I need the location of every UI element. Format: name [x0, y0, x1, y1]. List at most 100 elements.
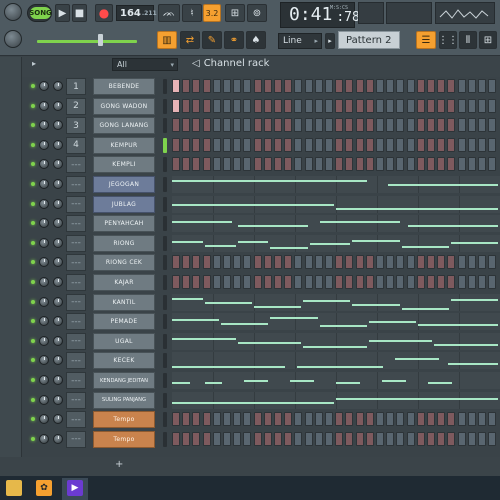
channel-mixer-track[interactable]: ---: [66, 195, 86, 213]
channel-select-indicator[interactable]: [163, 216, 167, 232]
step-button[interactable]: [284, 157, 293, 172]
step-button[interactable]: [182, 431, 191, 446]
step-button[interactable]: [233, 275, 242, 289]
step-button[interactable]: [335, 431, 344, 446]
file-explorer-icon[interactable]: [6, 480, 22, 496]
step-button[interactable]: [212, 137, 221, 152]
step-button[interactable]: [182, 157, 191, 172]
step-button[interactable]: [263, 79, 272, 93]
step-button[interactable]: [386, 137, 395, 152]
step-button[interactable]: [284, 255, 293, 270]
mixer-view-button[interactable]: ⫴: [459, 31, 477, 49]
channel-volume-knob[interactable]: [53, 139, 63, 150]
browser-view-button[interactable]: ⊞: [479, 31, 497, 49]
step-button[interactable]: [253, 275, 262, 289]
typing-keyboard-button[interactable]: ᨏ: [158, 4, 180, 22]
step-button[interactable]: [325, 137, 333, 152]
step-button[interactable]: [365, 98, 374, 113]
step-button[interactable]: [488, 431, 497, 446]
step-button[interactable]: [406, 255, 415, 270]
channel-pan-knob[interactable]: [39, 139, 49, 150]
channel-mixer-track[interactable]: 1: [66, 78, 86, 95]
step-button[interactable]: [457, 255, 466, 270]
step-button[interactable]: [335, 98, 344, 113]
step-button[interactable]: [172, 431, 180, 446]
step-button[interactable]: [386, 275, 395, 289]
step-button[interactable]: [437, 118, 446, 133]
step-button[interactable]: [243, 275, 252, 289]
step-button[interactable]: [406, 137, 415, 152]
step-button[interactable]: [212, 98, 221, 113]
step-button[interactable]: [457, 275, 466, 289]
step-button[interactable]: [172, 275, 180, 289]
step-button[interactable]: [478, 137, 486, 152]
channel-select-indicator[interactable]: [163, 373, 167, 388]
channel-filter-select[interactable]: All ▾: [112, 58, 178, 71]
step-button[interactable]: [437, 137, 446, 152]
step-button[interactable]: [284, 98, 293, 113]
step-button[interactable]: [478, 157, 486, 172]
step-button[interactable]: [345, 79, 354, 93]
step-button[interactable]: [376, 157, 384, 172]
time-display[interactable]: 0:41 :78 M:S:CS: [280, 2, 360, 28]
channel-volume-knob[interactable]: [53, 159, 63, 170]
channel-select-indicator[interactable]: [163, 98, 167, 114]
step-button[interactable]: [212, 118, 221, 133]
step-button[interactable]: [335, 157, 344, 172]
step-button[interactable]: [172, 255, 180, 270]
channel-volume-knob[interactable]: [53, 120, 63, 131]
step-button[interactable]: [263, 98, 272, 113]
step-button[interactable]: [294, 79, 303, 93]
wait-input-button[interactable]: ⊞: [225, 4, 245, 22]
channel-pan-knob[interactable]: [39, 335, 49, 346]
step-button[interactable]: [182, 255, 191, 270]
step-button[interactable]: [325, 79, 333, 93]
master-pitch-slider-track[interactable]: [37, 40, 137, 43]
step-button[interactable]: [202, 431, 211, 446]
channel-pan-knob[interactable]: [39, 296, 49, 307]
mini-piano-roll[interactable]: [172, 332, 500, 350]
step-button[interactable]: [488, 79, 497, 93]
channel-pan-knob[interactable]: [39, 159, 49, 170]
master-volume-knob[interactable]: [4, 30, 22, 48]
channel-mute-led[interactable]: [31, 260, 35, 265]
step-button[interactable]: [304, 98, 313, 113]
tempo-display[interactable]: 164 .211: [116, 5, 157, 21]
channel-name-button[interactable]: UGAL: [93, 332, 155, 350]
step-button[interactable]: [416, 137, 425, 152]
channel-select-indicator[interactable]: [163, 196, 167, 212]
step-button[interactable]: [233, 118, 242, 133]
step-button[interactable]: [314, 157, 323, 172]
step-button[interactable]: [284, 79, 293, 93]
step-button[interactable]: [182, 79, 191, 93]
step-button[interactable]: [182, 137, 191, 152]
step-button[interactable]: [274, 255, 282, 270]
step-button[interactable]: [172, 79, 180, 93]
step-button[interactable]: [325, 431, 333, 446]
step-button[interactable]: [447, 79, 456, 93]
step-button[interactable]: [243, 255, 252, 270]
play-button[interactable]: ▶: [55, 4, 70, 22]
step-button[interactable]: [192, 412, 201, 427]
record-button[interactable]: ●: [95, 4, 113, 22]
step-button[interactable]: [396, 431, 405, 446]
channel-rack-view-button[interactable]: ⋮⋮: [438, 31, 458, 49]
channel-mute-led[interactable]: [31, 84, 35, 88]
step-button[interactable]: [233, 137, 242, 152]
channel-name-button[interactable]: KAJAR: [93, 274, 155, 291]
channel-pan-knob[interactable]: [39, 237, 49, 248]
step-button[interactable]: [488, 157, 497, 172]
channel-pan-knob[interactable]: [39, 120, 49, 131]
step-button[interactable]: [416, 157, 425, 172]
step-button[interactable]: [172, 137, 180, 152]
step-button[interactable]: [427, 137, 435, 152]
mini-piano-roll[interactable]: [172, 215, 500, 233]
step-button[interactable]: [478, 118, 486, 133]
step-button[interactable]: [202, 157, 211, 172]
draw-tool-button[interactable]: ✎: [202, 31, 222, 49]
step-button[interactable]: [345, 137, 354, 152]
step-button[interactable]: [365, 137, 374, 152]
step-button[interactable]: [253, 157, 262, 172]
step-button[interactable]: [345, 98, 354, 113]
channel-pan-knob[interactable]: [39, 100, 49, 111]
